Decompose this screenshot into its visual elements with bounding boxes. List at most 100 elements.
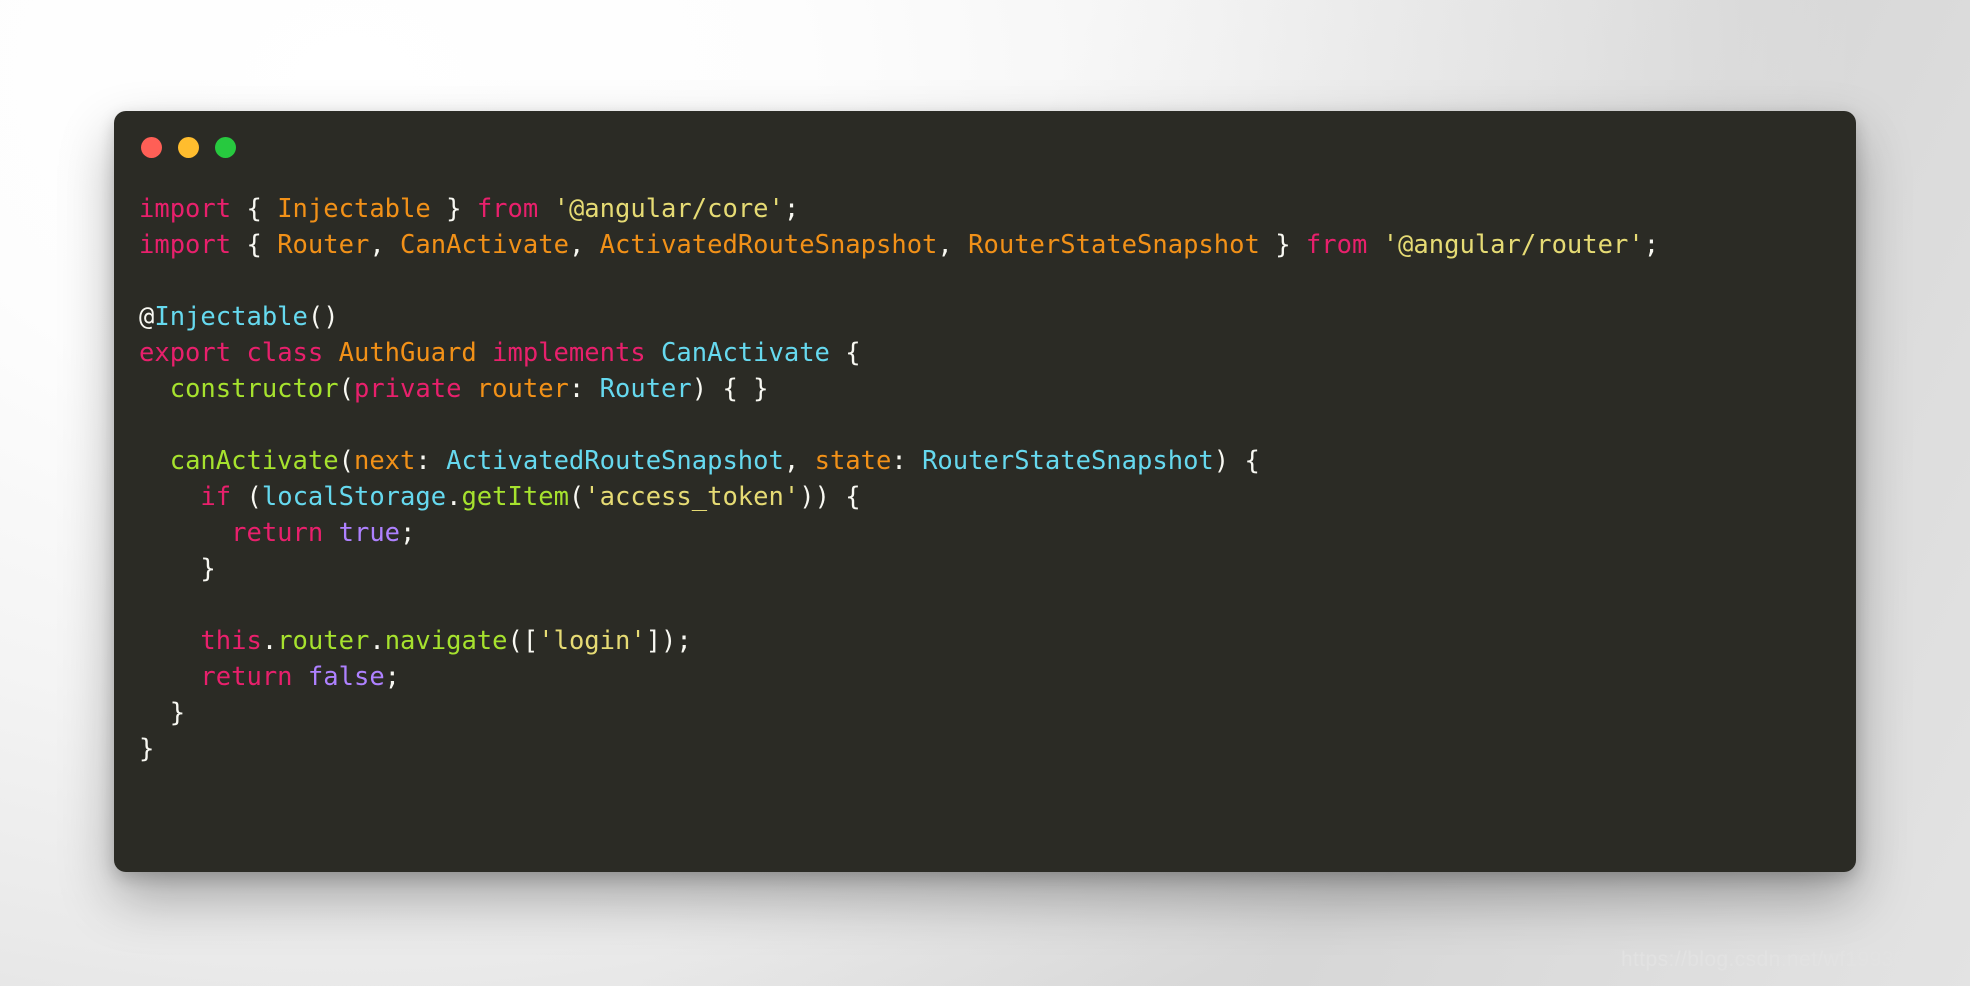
code-token-punc: (: [231, 482, 262, 512]
page-background: import { Injectable } from '@angular/cor…: [0, 0, 1970, 986]
code-token-punc: ;: [400, 518, 416, 548]
code-token-kw: if: [200, 482, 232, 512]
code-line: }: [139, 551, 1846, 587]
code-token-fn: navigate: [384, 626, 508, 656]
code-token-ident: state: [814, 446, 892, 476]
code-token-punc: [262, 194, 277, 224]
code-token-str: '@angular/router': [1382, 230, 1644, 260]
code-line: }: [139, 731, 1846, 767]
code-token-punc: (: [338, 374, 354, 404]
code-line: if (localStorage.getItem('access_token')…: [139, 479, 1846, 515]
code-token-punc: :: [568, 374, 600, 404]
code-token-type: CanActivate: [661, 338, 830, 368]
code-line: @Injectable(): [139, 299, 1846, 335]
code-token-punc: }: [139, 698, 186, 728]
code-token-punc: ) { }: [691, 374, 769, 404]
code-token-punc: [262, 230, 277, 260]
code-line: export class AuthGuard implements CanAct…: [139, 335, 1846, 371]
code-token-ident: Injectable: [277, 194, 431, 224]
code-token-punc: [139, 518, 231, 548]
code-line: }: [139, 695, 1846, 731]
code-window: import { Injectable } from '@angular/cor…: [114, 111, 1856, 872]
code-token-ident: AuthGuard: [338, 338, 477, 368]
code-token-kw: from: [1305, 230, 1368, 260]
code-token-punc: [538, 194, 553, 224]
code-token-punc: [431, 194, 446, 224]
code-token-punc: [293, 662, 308, 692]
code-line: return true;: [139, 515, 1846, 551]
code-line: import { Router, CanActivate, ActivatedR…: [139, 227, 1846, 263]
code-line: import { Injectable } from '@angular/cor…: [139, 191, 1846, 227]
code-token-punc: [139, 662, 200, 692]
close-button-icon[interactable]: [141, 137, 162, 158]
code-token-kw: import: [139, 230, 232, 260]
code-token-punc: [323, 338, 338, 368]
minimize-button-icon[interactable]: [178, 137, 199, 158]
code-line: return false;: [139, 659, 1846, 695]
code-token-bool: false: [307, 662, 385, 692]
code-token-kw: import: [139, 194, 232, 224]
code-token-kw: this: [200, 626, 262, 656]
code-token-kw: implements: [492, 338, 646, 368]
code-token-type: ActivatedRouteSnapshot: [446, 446, 784, 476]
code-token-punc: ,: [568, 230, 600, 260]
code-block[interactable]: import { Injectable } from '@angular/cor…: [139, 191, 1846, 862]
code-token-punc: (): [307, 302, 339, 332]
code-token-punc: [139, 626, 200, 656]
code-token-fn: getItem: [461, 482, 569, 512]
code-token-punc: }: [1275, 230, 1291, 260]
code-token-punc: [1291, 230, 1306, 260]
code-token-punc: [1367, 230, 1382, 260]
code-token-punc: [139, 374, 170, 404]
code-token-str: '@angular/core': [553, 194, 784, 224]
code-token-punc: ,: [369, 230, 401, 260]
code-token-punc: (: [338, 446, 354, 476]
code-token-ident: RouterStateSnapshot: [968, 230, 1260, 260]
code-token-punc: ) {: [1213, 446, 1260, 476]
code-token-punc: [231, 194, 246, 224]
code-token-kw: export: [139, 338, 232, 368]
code-token-kw: from: [476, 194, 539, 224]
code-token-punc: .: [369, 626, 385, 656]
code-line: constructor(private router: Router) { }: [139, 371, 1846, 407]
code-token-punc: (: [568, 482, 585, 512]
window-titlebar: [141, 137, 236, 158]
code-token-ident: next: [353, 446, 416, 476]
code-token-punc: @: [139, 302, 155, 332]
code-token-punc: }: [446, 194, 462, 224]
code-token-punc: [1260, 230, 1275, 260]
code-token-str: 'login': [538, 626, 646, 656]
code-token-punc: :: [415, 446, 447, 476]
code-token-type: RouterStateSnapshot: [922, 446, 1214, 476]
maximize-button-icon[interactable]: [215, 137, 236, 158]
code-token-punc: ;: [384, 662, 401, 692]
code-token-punc: [139, 482, 200, 512]
code-line: canActivate(next: ActivatedRouteSnapshot…: [139, 443, 1846, 479]
code-token-type: Router: [599, 374, 692, 404]
code-token-punc: [646, 338, 661, 368]
code-token-punc: }: [139, 554, 216, 584]
code-token-fn: router: [277, 626, 370, 656]
code-token-punc: .: [446, 482, 462, 512]
code-token-kw: return: [231, 518, 324, 548]
code-token-type: localStorage: [261, 482, 447, 512]
code-token-kw: private: [353, 374, 462, 404]
code-token-str: 'access_token': [584, 482, 800, 512]
code-token-ident: Router: [277, 230, 370, 260]
code-token-bool: true: [338, 518, 401, 548]
code-token-punc: ;: [783, 194, 800, 224]
code-token-fn: canActivate: [169, 446, 339, 476]
code-token-punc: [139, 446, 170, 476]
code-token-punc: [323, 518, 338, 548]
watermark-url: https://blog.csdn.net/wf19930209: [1620, 948, 1942, 971]
code-token-ident: router: [476, 374, 569, 404]
code-token-punc: ,: [783, 446, 815, 476]
code-token-ident: ActivatedRouteSnapshot: [599, 230, 938, 260]
code-token-punc: [461, 194, 476, 224]
code-token-punc: ([: [507, 626, 539, 656]
code-token-punc: }: [139, 734, 155, 764]
code-token-punc: [231, 338, 246, 368]
code-token-punc: {: [246, 230, 262, 260]
